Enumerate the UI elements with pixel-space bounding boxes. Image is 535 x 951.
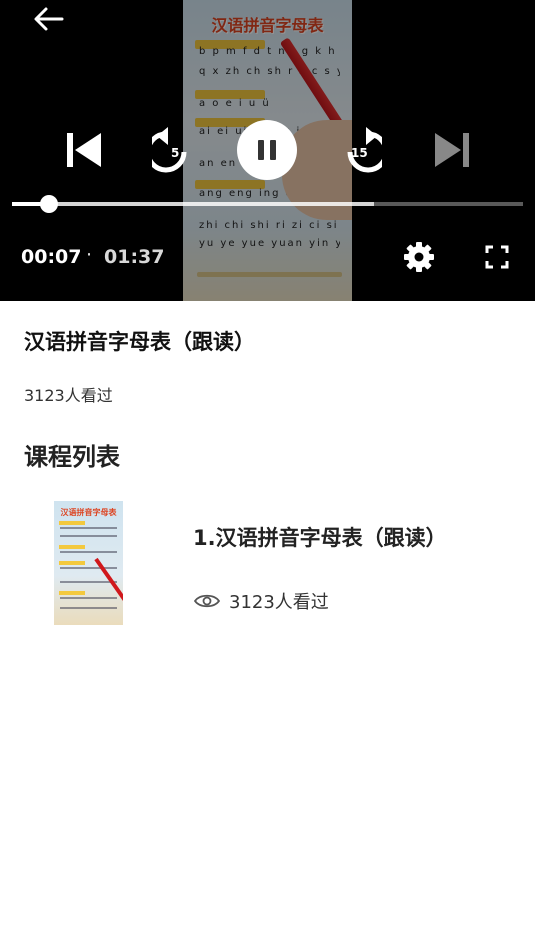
thumb-tag xyxy=(59,521,85,525)
pause-icon xyxy=(258,140,276,160)
buffered-bar xyxy=(12,202,374,206)
skip-previous-icon xyxy=(67,133,101,167)
progress-bar[interactable] xyxy=(12,202,523,206)
lesson-thumbnail-title: 汉语拼音字母表 xyxy=(60,508,117,517)
rewind-seconds-label: 5 xyxy=(171,146,180,160)
back-button[interactable] xyxy=(30,4,66,34)
thumb-line xyxy=(60,607,117,609)
lesson-views-text: 3123人看过 xyxy=(229,592,329,613)
fullscreen-icon xyxy=(485,245,509,269)
lesson-thumbnail: 汉语拼音字母表 xyxy=(54,501,123,625)
pause-button[interactable] xyxy=(237,120,297,180)
forward-button[interactable]: 15 xyxy=(336,124,382,174)
thumb-line xyxy=(60,527,117,529)
forward-seconds-label: 15 xyxy=(351,146,368,160)
thumb-tag xyxy=(59,591,85,595)
current-time: 00:07 xyxy=(21,246,82,268)
settings-button[interactable] xyxy=(402,240,436,274)
view-count: 3123人看过 xyxy=(24,386,113,405)
course-list-heading: 课程列表 xyxy=(24,443,120,471)
time-separator: · xyxy=(86,244,93,266)
thumb-tag xyxy=(59,545,85,549)
progress-knob[interactable] xyxy=(39,195,58,213)
next-button[interactable] xyxy=(430,128,476,172)
thumb-line xyxy=(60,551,117,553)
previous-button[interactable] xyxy=(60,128,106,172)
thumb-tag xyxy=(59,561,85,565)
gear-icon xyxy=(404,242,434,272)
thumb-line xyxy=(60,597,117,599)
lesson-title: 1.汉语拼音字母表（跟读） xyxy=(193,526,447,550)
lesson-view-count: 3123人看过 xyxy=(193,588,329,614)
arrow-left-icon xyxy=(34,7,64,31)
thumb-line xyxy=(60,535,117,537)
thumb-line xyxy=(60,567,117,569)
skip-next-icon xyxy=(435,133,469,167)
fullscreen-button[interactable] xyxy=(482,242,512,272)
total-time: 01:37 xyxy=(104,246,165,268)
rewind-button[interactable]: 5 xyxy=(152,124,198,174)
eye-icon xyxy=(193,594,221,608)
video-player[interactable]: 汉语拼音字母表 b p m f d t n l g k h j q x zh c… xyxy=(0,0,535,301)
video-title: 汉语拼音字母表（跟读） xyxy=(24,330,255,354)
lesson-item[interactable]: 汉语拼音字母表 1.汉语拼音字母表（跟读） 3123人看过 xyxy=(0,495,535,631)
